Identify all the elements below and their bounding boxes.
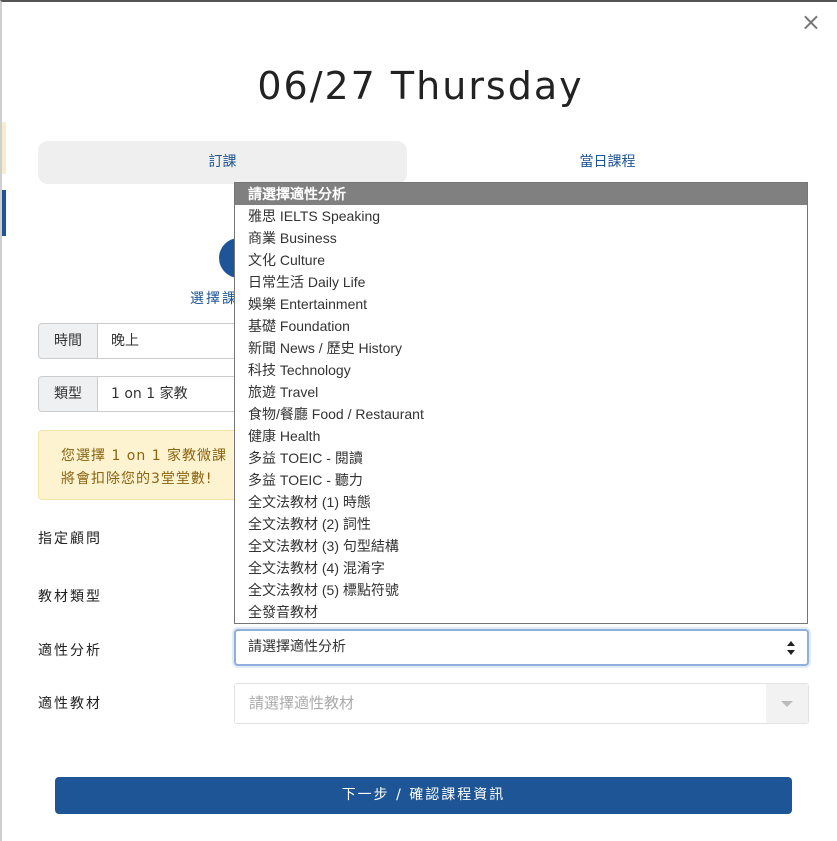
type-addon: 類型: [38, 376, 98, 412]
aptitude-select[interactable]: 請選擇適性分析: [234, 629, 809, 666]
next-step-button[interactable]: 下一步 / 確認課程資訊: [55, 777, 792, 814]
dropdown-option[interactable]: 多益 TOEIC - 閱讀: [235, 447, 807, 469]
close-icon[interactable]: ×: [801, 10, 821, 34]
dropdown-option[interactable]: 全發音教材: [235, 601, 807, 623]
aptitude-material-select: 請選擇適性教材: [234, 683, 809, 724]
aptitude-label: 適性分析: [38, 643, 102, 659]
booking-modal: × 06/27 Thursday 訂課 當日課程 選擇課 時間 晚上 類型 1 …: [0, 0, 837, 841]
aptitude-dropdown-list: 請選擇適性分析 雅思 IELTS Speaking 商業 Business 文化 Cu…: [234, 182, 808, 624]
dropdown-option[interactable]: 健康 Health: [235, 425, 807, 447]
tab-booking[interactable]: 訂課: [38, 141, 407, 184]
dropdown-option[interactable]: 日常生活 Daily Life: [235, 271, 807, 293]
material-type-label: 教材類型: [38, 589, 102, 605]
dropdown-option[interactable]: 新聞 News / 歷史 History: [235, 337, 807, 359]
modal-title: 06/27 Thursday: [257, 64, 584, 108]
dropdown-option[interactable]: 基礎 Foundation: [235, 315, 807, 337]
dropdown-option[interactable]: 多益 TOEIC - 聽力: [235, 469, 807, 491]
dropdown-option[interactable]: 科技 Technology: [235, 359, 807, 381]
aptitude-material-placeholder: 請選擇適性教材: [249, 694, 355, 712]
aptitude-select-value: 請選擇適性分析: [248, 639, 346, 655]
consultant-label: 指定顧問: [38, 531, 102, 547]
dropdown-option[interactable]: 全文法教材 (4) 混淆字: [235, 557, 807, 579]
background-edge: [2, 122, 6, 174]
select-arrows-icon: [787, 641, 795, 655]
dropdown-caret-box: [766, 684, 808, 723]
dropdown-option[interactable]: 文化 Culture: [235, 249, 807, 271]
dropdown-option[interactable]: 全文法教材 (2) 詞性: [235, 513, 807, 535]
dropdown-option[interactable]: 全文法教材 (5) 標點符號: [235, 579, 807, 601]
dropdown-option[interactable]: 娛樂 Entertainment: [235, 293, 807, 315]
step-label: 選擇課: [190, 291, 238, 307]
dropdown-option[interactable]: 雅思 IELTS Speaking: [235, 205, 807, 227]
dropdown-option[interactable]: 全文法教材 (1) 時態: [235, 491, 807, 513]
dropdown-option[interactable]: 請選擇適性分析: [235, 183, 807, 205]
chevron-down-icon: [781, 701, 793, 707]
background-edge: [2, 190, 6, 236]
dropdown-option[interactable]: 食物/餐廳 Food / Restaurant: [235, 403, 807, 425]
tab-bar: 訂課 當日課程: [38, 141, 808, 184]
dropdown-option[interactable]: 商業 Business: [235, 227, 807, 249]
dropdown-option[interactable]: 旅遊 Travel: [235, 381, 807, 403]
aptitude-material-label: 適性教材: [38, 696, 102, 712]
tab-daily-courses[interactable]: 當日課程: [407, 141, 808, 184]
dropdown-option[interactable]: 全文法教材 (3) 句型結構: [235, 535, 807, 557]
time-addon: 時間: [38, 323, 98, 359]
